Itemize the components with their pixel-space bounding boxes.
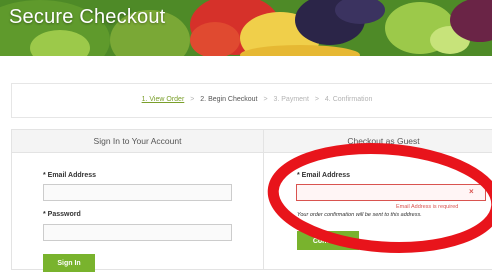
checkout-steps-bar: 1. View Order > 2. Begin Checkout > 3. P… [11,83,492,118]
sign-in-panel: Sign In to Your Account * Email Address … [11,129,264,272]
close-x-icon: × [469,187,474,196]
sign-in-email-label: * Email Address [43,172,97,179]
step-view-order-link[interactable]: 1. View Order [142,96,185,103]
sign-in-header: Sign In to Your Account [12,130,263,153]
step-begin-checkout: 2. Begin Checkout [200,96,258,103]
step-separator: > [314,96,319,103]
checkout-steps: 1. View Order > 2. Begin Checkout > 3. P… [12,96,492,103]
step-separator: > [190,96,195,103]
password-input[interactable] [43,224,232,241]
guest-email-input[interactable] [296,184,486,201]
guest-checkout-header: Checkout as Guest [264,130,492,153]
sign-in-button[interactable]: Sign In [43,254,95,272]
step-confirmation: 4. Confirmation [324,96,373,103]
password-label: * Password [43,211,81,218]
continue-button[interactable]: Continue [297,231,359,250]
checkout-banner: Secure Checkout [0,0,492,56]
email-error-message: Email Address is required [396,204,459,210]
guest-email-label: * Email Address [297,172,351,179]
page-title: Secure Checkout [9,6,166,28]
confirmation-note: Your order confirmation will be sent to … [297,212,422,218]
guest-checkout-panel: Checkout as Guest * Email Address × Emai… [264,129,492,270]
step-payment: 3. Payment [273,96,309,103]
step-separator: > [263,96,268,103]
sign-in-email-input[interactable] [43,184,232,201]
